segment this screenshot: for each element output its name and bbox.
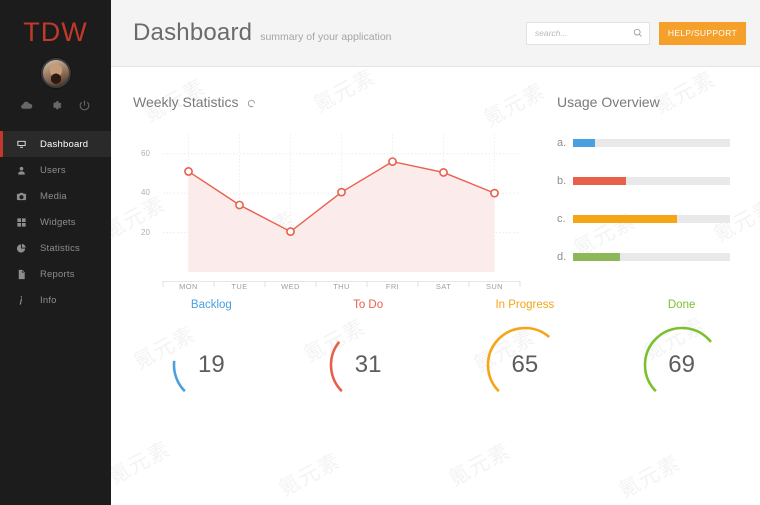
page-subtitle: summary of your application: [260, 31, 392, 43]
weekly-statistics-header: Weekly Statistics: [133, 94, 528, 110]
weekly-statistics-panel: Weekly Statistics 20 40 60 MON TUE WED T…: [133, 94, 528, 298]
usage-progress-fill: [573, 252, 621, 261]
gauge-dial: 65: [482, 322, 568, 408]
gauge-in-progress[interactable]: In Progress 65: [447, 299, 604, 408]
gauge-dial: 69: [639, 322, 725, 408]
sidebar-item-reports[interactable]: Reports: [0, 261, 111, 287]
weekly-statistics-chart: 20 40 60: [133, 124, 528, 276]
usage-progress-track: [573, 138, 730, 147]
sidebar-item-label: Widgets: [40, 216, 76, 228]
usage-row: b.: [557, 168, 760, 193]
sidebar-item-users[interactable]: Users: [0, 157, 111, 183]
grid-icon: [16, 217, 29, 228]
x-axis-label: WED: [281, 282, 300, 291]
sidebar-nav: Dashboard Users Media Widgets Statistics…: [0, 131, 111, 313]
usage-row-key: c.: [557, 212, 566, 225]
sidebar-item-label: Media: [40, 190, 67, 202]
usage-progress-track: [573, 176, 730, 185]
avatar[interactable]: [40, 58, 71, 88]
x-axis-label: SAT: [435, 282, 452, 291]
usage-row-key: b.: [557, 174, 567, 187]
x-axis-label: SUN: [485, 282, 504, 291]
sidebar-util-icons: [0, 99, 111, 112]
gauge-value: 19: [198, 351, 225, 378]
usage-row-key: a.: [557, 136, 567, 149]
sidebar-item-label: Dashboard: [40, 138, 89, 150]
sidebar-item-media[interactable]: Media: [0, 183, 111, 209]
usage-overview-panel: Usage Overview a. b. c. d.: [557, 94, 760, 282]
sidebar-item-label: Statistics: [40, 242, 81, 254]
usage-progress-fill: [573, 176, 627, 185]
x-axis-label: TUE: [231, 282, 248, 291]
title-block: Dashboard summary of your application: [133, 19, 392, 47]
sidebar-item-statistics[interactable]: Statistics: [0, 235, 111, 261]
avatar-container: [0, 58, 111, 88]
gauge-row: Backlog 19 To Do 31 In Progress 65 Done …: [133, 299, 760, 408]
gauge-backlog[interactable]: Backlog 19: [133, 299, 290, 408]
help-support-button[interactable]: HELP/SUPPORT: [658, 21, 746, 45]
x-axis-label: THU: [333, 282, 350, 291]
search-input[interactable]: [534, 28, 633, 38]
watermark-text: 氪元素: [274, 448, 345, 501]
y-axis-tick-label: 40: [141, 188, 150, 198]
watermark-text: 氪元素: [444, 438, 515, 491]
usage-progress-fill: [573, 214, 677, 223]
monitor-icon: [16, 139, 29, 150]
sidebar: TDW Dashboard Users Media Widgets Statis…: [0, 0, 111, 505]
usage-progress-track: [573, 252, 730, 261]
x-axis-labels: MON TUE WED THU FRI SAT SUN: [163, 282, 520, 291]
pie-chart-icon: [16, 243, 29, 254]
sidebar-item-info[interactable]: Info: [0, 287, 111, 313]
document-icon: [16, 269, 29, 280]
line-chart-svg: [163, 134, 520, 272]
usage-progress-fill: [573, 138, 595, 147]
x-axis-label: FRI: [385, 282, 400, 291]
y-axis-tick-label: 20: [141, 227, 150, 237]
gear-icon[interactable]: [49, 99, 62, 112]
usage-list: a. b. c. d.: [557, 130, 760, 269]
camera-icon: [16, 191, 29, 202]
info-icon: [16, 295, 29, 306]
y-axis-tick-label: 60: [141, 148, 150, 158]
top-bar-actions: HELP/SUPPORT: [525, 21, 746, 45]
usage-row-key: d.: [557, 250, 567, 263]
gauge-value: 69: [668, 351, 695, 378]
page-title: Dashboard: [133, 19, 253, 46]
content-area: 氪元素 氪元素 氪元素 氪元素 氪元素 氪元素 氪元素 氪元素 氪元素 氪元素 …: [100, 65, 760, 504]
top-bar: Dashboard summary of your application HE…: [111, 0, 760, 67]
gauge-value: 65: [511, 351, 539, 378]
sidebar-item-label: Reports: [40, 268, 75, 280]
cloud-icon[interactable]: [20, 99, 33, 112]
sidebar-item-label: Users: [40, 164, 66, 176]
watermark-text: 氪元素: [104, 436, 175, 489]
search-box[interactable]: [525, 21, 650, 45]
x-axis-label: MON: [179, 282, 198, 291]
usage-row: d.: [557, 244, 760, 269]
sidebar-item-dashboard[interactable]: Dashboard: [0, 131, 111, 157]
user-icon: [16, 165, 29, 176]
usage-progress-track: [573, 214, 730, 223]
search-icon[interactable]: [633, 28, 643, 38]
sidebar-item-label: Info: [40, 294, 57, 306]
x-axis: MON TUE WED THU FRI SAT SUN: [133, 276, 528, 298]
brand-logo[interactable]: TDW: [0, 0, 111, 48]
dashboard-app: TDW Dashboard Users Media Widgets Statis…: [0, 0, 760, 505]
gauge-value: 31: [354, 351, 382, 378]
main-area: Dashboard summary of your application HE…: [100, 0, 760, 505]
usage-row: c.: [557, 206, 760, 231]
gauge-dial: 19: [168, 322, 254, 408]
watermark-text: 氪元素: [614, 450, 685, 503]
gauge-to-do[interactable]: To Do 31: [290, 299, 447, 408]
power-icon[interactable]: [78, 99, 91, 112]
gauge-done[interactable]: Done 69: [603, 299, 760, 408]
gauge-dial: 31: [325, 322, 411, 408]
sidebar-item-widgets[interactable]: Widgets: [0, 209, 111, 235]
usage-overview-title: Usage Overview: [557, 94, 660, 110]
refresh-icon[interactable]: [246, 97, 257, 108]
usage-row: a.: [557, 130, 760, 155]
weekly-statistics-title: Weekly Statistics: [133, 94, 239, 110]
